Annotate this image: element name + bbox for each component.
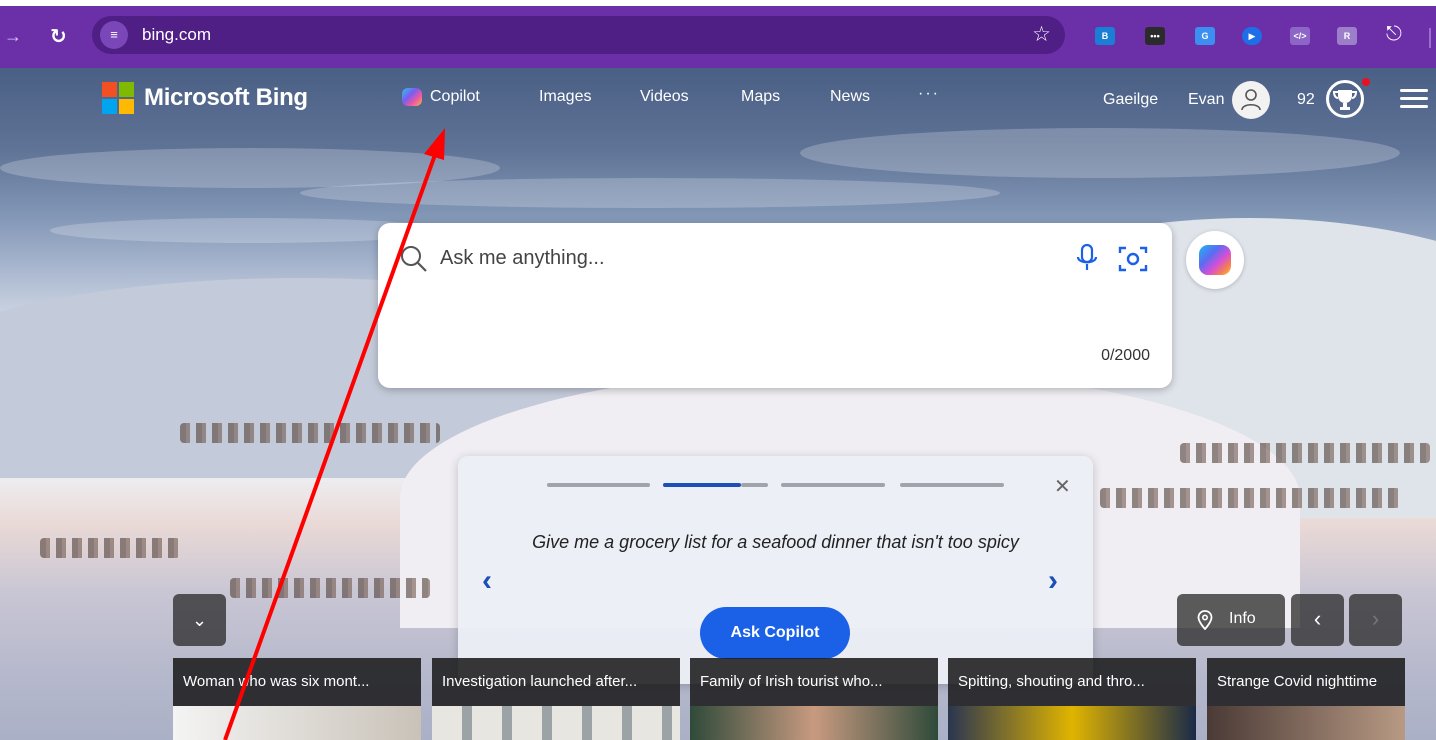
chevron-left-icon[interactable]: ‹ [482,564,492,598]
toolbar-divider [1429,28,1431,48]
copilot-icon [402,88,422,106]
progress-step [547,483,650,487]
news-title: Family of Irish tourist who... [690,658,938,706]
extension-icon[interactable]: B [1095,27,1115,45]
news-thumbnail [432,706,680,740]
bookmark-star-icon[interactable]: ☆ [1032,22,1051,47]
nav-images[interactable]: Images [539,88,591,106]
extension-icon[interactable]: ▶ [1242,27,1262,45]
search-box: 0/2000 [378,223,1172,388]
avatar[interactable] [1232,81,1270,119]
menu-hamburger-icon[interactable] [1400,89,1428,109]
location-pin-icon [1197,610,1213,630]
news-title: Strange Covid nighttime [1207,658,1405,706]
nav-copilot-label: Copilot [430,88,480,105]
translate-extension-icon[interactable]: G [1195,27,1215,45]
reload-icon[interactable]: ↻ [50,24,67,49]
news-tile[interactable]: Spitting, shouting and thro... [948,658,1196,740]
copilot-button[interactable] [1186,231,1244,289]
ask-copilot-button[interactable]: Ask Copilot [700,607,850,659]
logo-text: Microsoft Bing [144,84,308,111]
suggestion-text: Give me a grocery list for a seafood din… [532,532,1019,552]
extension-icon[interactable]: R [1337,27,1357,45]
next-image-button[interactable]: › [1349,594,1402,646]
suggestion-card: ✕ ‹ Give me a grocery list for a seafood… [458,456,1093,684]
search-input[interactable] [440,241,1060,275]
visual-search-icon[interactable] [1117,243,1149,275]
close-icon[interactable]: ✕ [1054,474,1071,499]
news-title: Spitting, shouting and thro... [948,658,1196,706]
progress-step [781,483,885,487]
rewards-points[interactable]: 92 [1297,91,1315,109]
news-tile[interactable]: Family of Irish tourist who... [690,658,938,740]
news-title: Woman who was six mont... [173,658,421,706]
news-thumbnail [690,706,938,740]
microphone-icon[interactable] [1075,243,1099,273]
progress-step-remaining [741,483,768,487]
bing-logo[interactable]: Microsoft Bing [102,82,308,114]
previous-image-button[interactable]: ‹ [1291,594,1344,646]
nav-copilot[interactable]: Copilot [402,88,480,106]
progress-step-active [663,483,741,487]
extension-icon[interactable]: ••• [1145,27,1165,45]
character-counter: 0/2000 [1101,347,1150,364]
nav-more[interactable]: ··· [918,85,940,103]
image-info-button[interactable]: Info [1177,594,1285,646]
user-icon [1241,89,1261,111]
url-text[interactable]: bing.com [142,25,211,45]
news-tile[interactable]: Investigation launched after... [432,658,680,740]
code-extension-icon[interactable]: </> [1290,27,1310,45]
chevron-right-icon: › [1371,606,1380,631]
news-tile[interactable]: Strange Covid nighttime [1207,658,1405,740]
nav-videos[interactable]: Videos [640,88,689,106]
news-title: Investigation launched after... [432,658,680,706]
extensions-puzzle-icon[interactable]: ⎋ [1386,23,1402,46]
news-thumbnail [1207,706,1405,740]
browser-toolbar: → ↻ ≡ bing.com ☆ B ••• G ▶ </> R ⎋ [0,0,1436,68]
chevron-down-icon: ⌄ [191,610,208,630]
nav-news[interactable]: News [830,88,870,106]
chevron-right-icon[interactable]: › [1048,564,1058,598]
news-tile[interactable]: Woman who was six mont... [173,658,421,740]
news-thumbnail [948,706,1196,740]
notification-dot [1362,78,1370,86]
user-name[interactable]: Evan [1188,91,1224,109]
progress-step [900,483,1004,487]
chevron-left-icon: ‹ [1313,606,1322,631]
microsoft-logo-icon [102,82,134,114]
info-label: Info [1229,610,1256,627]
copilot-icon [1199,245,1231,275]
address-bar[interactable]: ≡ bing.com ☆ [92,16,1065,54]
news-thumbnail [173,706,421,740]
collapse-feed-button[interactable]: ⌄ [173,594,226,646]
bing-header: Microsoft Bing Copilot Images Videos Map… [0,68,1436,132]
site-info-icon[interactable]: ≡ [100,21,128,49]
nav-maps[interactable]: Maps [741,88,780,106]
language-link[interactable]: Gaeilge [1103,91,1158,109]
rewards-trophy-icon[interactable] [1326,80,1364,118]
forward-icon[interactable]: → [4,26,22,47]
search-icon [401,246,427,272]
